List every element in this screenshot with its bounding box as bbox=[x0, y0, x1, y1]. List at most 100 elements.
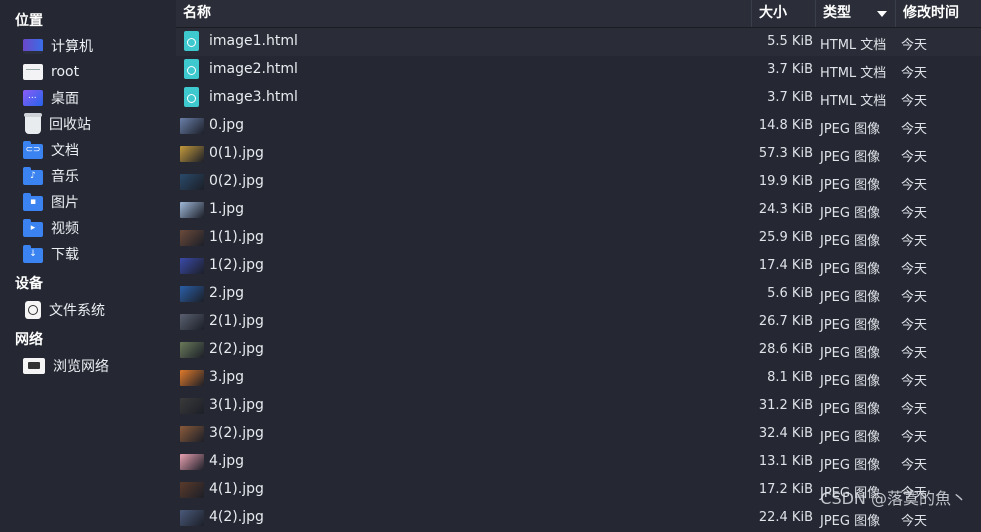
file-row[interactable]: image1.html 5.5 KiB HTML 文档 今天 bbox=[176, 28, 981, 56]
file-row[interactable]: 2.jpg 5.6 KiB JPEG 图像 今天 bbox=[176, 280, 981, 308]
sidebar-item-label: 回收站 bbox=[49, 117, 91, 133]
sidebar-item-computer[interactable]: 计算机 bbox=[23, 34, 173, 58]
sidebar-item-label: 下载 bbox=[51, 247, 79, 263]
file-row[interactable]: 3(2).jpg 32.4 KiB JPEG 图像 今天 bbox=[176, 420, 981, 448]
sidebar-item-trash[interactable]: 回收站 bbox=[23, 112, 173, 136]
file-name: 4(1).jpg bbox=[209, 481, 264, 497]
file-name: 2(2).jpg bbox=[209, 341, 264, 357]
file-size: 32.4 KiB bbox=[758, 426, 813, 441]
column-header-modified[interactable]: 修改时间 bbox=[895, 0, 981, 27]
file-row[interactable]: 2(2).jpg 28.6 KiB JPEG 图像 今天 bbox=[176, 336, 981, 364]
file-type: JPEG 图像 bbox=[820, 290, 881, 305]
file-row[interactable]: image2.html 3.7 KiB HTML 文档 今天 bbox=[176, 56, 981, 84]
file-type: JPEG 图像 bbox=[820, 514, 881, 529]
sidebar-item-root[interactable]: root bbox=[23, 60, 173, 84]
sidebar-item-pictures[interactable]: ▪ 图片 bbox=[23, 190, 173, 214]
sidebar-item-label: 浏览网络 bbox=[53, 359, 109, 375]
file-type: HTML 文档 bbox=[820, 94, 887, 109]
file-row[interactable]: 0(1).jpg 57.3 KiB JPEG 图像 今天 bbox=[176, 140, 981, 168]
music-folder-icon: ♪ bbox=[23, 166, 43, 185]
file-name: image3.html bbox=[209, 89, 298, 105]
file-name: image2.html bbox=[209, 61, 298, 77]
sidebar-item-filesystem[interactable]: 文件系统 bbox=[23, 298, 173, 322]
file-modified: 今天 bbox=[901, 150, 928, 165]
file-modified: 今天 bbox=[901, 374, 928, 389]
sidebar-item-label: 图片 bbox=[51, 195, 79, 211]
file-modified: 今天 bbox=[901, 402, 928, 417]
sidebar-item-browse-network[interactable]: 浏览网络 bbox=[23, 354, 173, 378]
file-type: JPEG 图像 bbox=[820, 458, 881, 473]
trash-icon bbox=[24, 112, 42, 134]
file-modified: 今天 bbox=[901, 430, 928, 445]
file-modified: 今天 bbox=[901, 178, 928, 193]
file-row[interactable]: image3.html 3.7 KiB HTML 文档 今天 bbox=[176, 84, 981, 112]
file-modified: 今天 bbox=[901, 122, 928, 137]
sidebar-item-videos[interactable]: ▸ 视频 bbox=[23, 216, 173, 240]
column-header-type-label: 类型 bbox=[823, 5, 851, 21]
file-modified: 今天 bbox=[901, 234, 928, 249]
image-thumbnail-icon bbox=[180, 510, 204, 526]
file-row[interactable]: 4.jpg 13.1 KiB JPEG 图像 今天 bbox=[176, 448, 981, 476]
column-header-type[interactable]: 类型 bbox=[815, 0, 895, 27]
image-thumbnail-icon bbox=[180, 118, 204, 134]
desktop-icon bbox=[23, 90, 43, 106]
file-size: 13.1 KiB bbox=[758, 454, 813, 469]
sidebar-item-label: 音乐 bbox=[51, 169, 79, 185]
file-modified: 今天 bbox=[901, 290, 928, 305]
file-row[interactable]: 1.jpg 24.3 KiB JPEG 图像 今天 bbox=[176, 196, 981, 224]
file-row[interactable]: 3.jpg 8.1 KiB JPEG 图像 今天 bbox=[176, 364, 981, 392]
home-folder-icon bbox=[23, 64, 43, 80]
network-section-label: 网络 bbox=[15, 332, 43, 348]
file-type: JPEG 图像 bbox=[820, 234, 881, 249]
file-type: JPEG 图像 bbox=[820, 206, 881, 221]
column-header: 名称 大小 类型 修改时间 bbox=[176, 0, 981, 28]
file-type: HTML 文档 bbox=[820, 38, 887, 53]
file-type: JPEG 图像 bbox=[820, 150, 881, 165]
sidebar-item-label: 桌面 bbox=[51, 91, 79, 107]
file-size: 3.7 KiB bbox=[767, 90, 813, 105]
file-modified: 今天 bbox=[901, 38, 928, 53]
places-section-label: 位置 bbox=[15, 13, 43, 29]
file-row[interactable]: 0(2).jpg 19.9 KiB JPEG 图像 今天 bbox=[176, 168, 981, 196]
html-file-icon bbox=[184, 59, 199, 79]
sort-descending-icon bbox=[877, 11, 887, 17]
file-size: 28.6 KiB bbox=[758, 342, 813, 357]
image-thumbnail-icon bbox=[180, 258, 204, 274]
sidebar-item-music[interactable]: ♪ 音乐 bbox=[23, 164, 173, 188]
file-size: 57.3 KiB bbox=[758, 146, 813, 161]
html-file-icon bbox=[184, 87, 199, 107]
sidebar-item-documents[interactable]: ⊂⊃ 文档 bbox=[23, 138, 173, 162]
image-thumbnail-icon bbox=[180, 146, 204, 162]
drive-icon bbox=[25, 301, 41, 319]
file-type: JPEG 图像 bbox=[820, 402, 881, 417]
sidebar-item-downloads[interactable]: ↓ 下载 bbox=[23, 242, 173, 266]
file-size: 26.7 KiB bbox=[758, 314, 813, 329]
file-row[interactable]: 1(1).jpg 25.9 KiB JPEG 图像 今天 bbox=[176, 224, 981, 252]
pictures-folder-icon: ▪ bbox=[23, 192, 43, 211]
file-name: 1.jpg bbox=[209, 201, 245, 217]
file-name: 4(2).jpg bbox=[209, 509, 264, 525]
file-size: 31.2 KiB bbox=[758, 398, 813, 413]
downloads-folder-icon: ↓ bbox=[23, 244, 43, 263]
image-thumbnail-icon bbox=[180, 286, 204, 302]
file-size: 17.4 KiB bbox=[758, 258, 813, 273]
file-row[interactable]: 3(1).jpg 31.2 KiB JPEG 图像 今天 bbox=[176, 392, 981, 420]
image-thumbnail-icon bbox=[180, 454, 204, 470]
sidebar-item-desktop[interactable]: 桌面 bbox=[23, 86, 173, 110]
file-row[interactable]: 1(2).jpg 17.4 KiB JPEG 图像 今天 bbox=[176, 252, 981, 280]
file-name: 1(1).jpg bbox=[209, 229, 264, 245]
file-name: 3(2).jpg bbox=[209, 425, 264, 441]
file-row[interactable]: 0.jpg 14.8 KiB JPEG 图像 今天 bbox=[176, 112, 981, 140]
file-type: HTML 文档 bbox=[820, 66, 887, 81]
column-header-size[interactable]: 大小 bbox=[751, 0, 815, 27]
file-type: JPEG 图像 bbox=[820, 122, 881, 137]
column-header-name[interactable]: 名称 bbox=[176, 0, 751, 27]
image-thumbnail-icon bbox=[180, 174, 204, 190]
network-icon bbox=[23, 358, 45, 374]
image-thumbnail-icon bbox=[180, 202, 204, 218]
file-size: 8.1 KiB bbox=[767, 370, 813, 385]
file-row[interactable]: 2(1).jpg 26.7 KiB JPEG 图像 今天 bbox=[176, 308, 981, 336]
image-thumbnail-icon bbox=[180, 314, 204, 330]
file-type: JPEG 图像 bbox=[820, 318, 881, 333]
sidebar-item-label: 文件系统 bbox=[49, 303, 105, 319]
